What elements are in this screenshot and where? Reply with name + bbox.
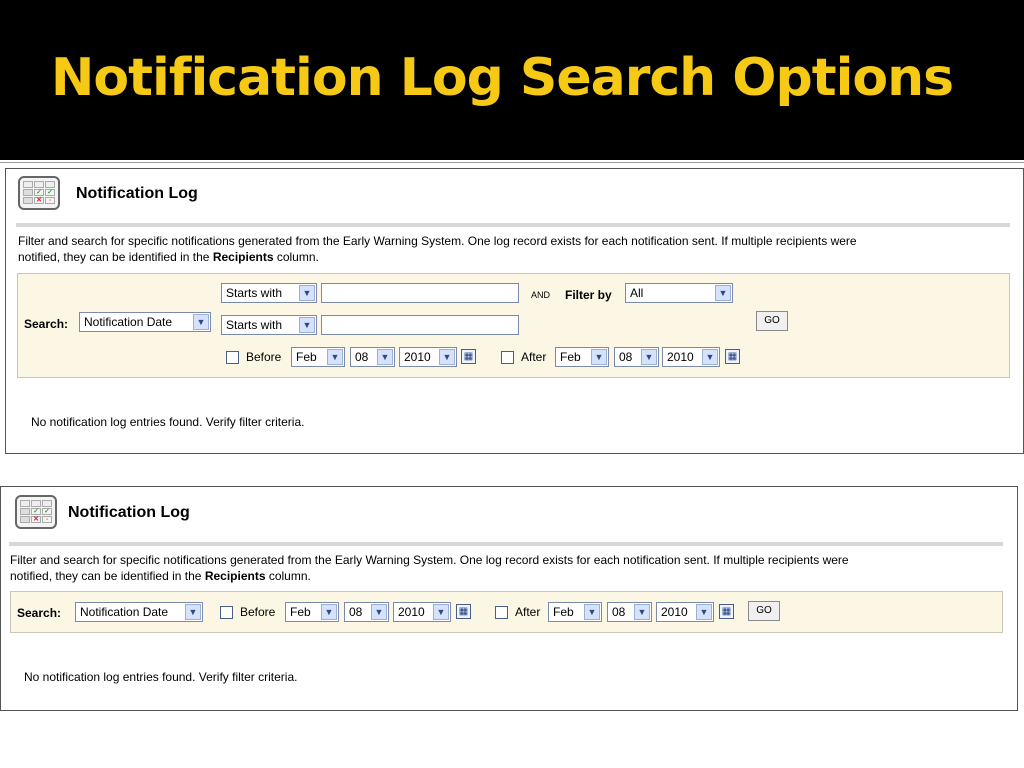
- header-rule: [9, 542, 1003, 546]
- calendar-icon[interactable]: ▦: [725, 349, 740, 364]
- before-month-select[interactable]: Feb ▼: [285, 602, 339, 622]
- notification-log-panel-basic: ✓ ✓ ✕ - Notification Log Filter and search…: [0, 486, 1018, 711]
- chevron-down-icon: ▼: [377, 349, 393, 365]
- after-day-value: 08: [619, 350, 633, 364]
- after-year-select[interactable]: 2010 ▼: [662, 347, 720, 367]
- match-type-select-1[interactable]: Starts with ▼: [221, 283, 317, 303]
- chevron-down-icon: ▼: [193, 314, 209, 330]
- after-label: After: [521, 350, 547, 364]
- description-line-1: Filter and search for specific notificat…: [18, 234, 857, 248]
- empty-results-message: No notification log entries found. Verif…: [24, 670, 298, 684]
- chevron-down-icon: ▼: [641, 349, 657, 365]
- filter-by-value: All: [630, 286, 644, 300]
- after-month-value: Feb: [560, 350, 581, 364]
- go-button[interactable]: GO: [748, 601, 780, 621]
- search-field-select[interactable]: Notification Date ▼: [75, 602, 203, 622]
- before-year-value: 2010: [404, 350, 431, 364]
- search-label: Search:: [24, 317, 69, 331]
- before-label: Before: [240, 605, 276, 619]
- after-checkbox[interactable]: [495, 606, 508, 619]
- filter-box: Starts with ▼ AND Filter by All ▼ Search: …: [17, 273, 1010, 378]
- before-month-value: Feb: [296, 350, 317, 364]
- before-label: Before: [246, 350, 282, 364]
- chevron-down-icon: ▼: [321, 604, 337, 620]
- chevron-down-icon: ▼: [715, 285, 731, 301]
- panel-title: Notification Log: [76, 185, 198, 202]
- before-year-select[interactable]: 2010 ▼: [393, 602, 451, 622]
- chevron-down-icon: ▼: [299, 285, 315, 301]
- chevron-down-icon: ▼: [371, 604, 387, 620]
- after-month-value: Feb: [553, 605, 574, 619]
- chevron-down-icon: ▼: [299, 317, 315, 333]
- before-day-select[interactable]: 08 ▼: [350, 347, 395, 367]
- notification-log-panel-advanced: ✓ ✓ ✕ - Notification Log Filter and search…: [5, 168, 1024, 454]
- after-year-value: 2010: [661, 605, 688, 619]
- search-field-value: Notification Date: [84, 315, 173, 329]
- after-checkbox[interactable]: [501, 351, 514, 364]
- before-day-value: 08: [349, 605, 363, 619]
- search-text-input-2[interactable]: [321, 315, 519, 335]
- description-line-2c: column.: [265, 569, 311, 583]
- filter-by-label: Filter by: [565, 288, 612, 302]
- filter-by-select[interactable]: All ▼: [625, 283, 733, 303]
- search-field-select[interactable]: Notification Date ▼: [79, 312, 211, 332]
- calendar-icon[interactable]: ▦: [461, 349, 476, 364]
- search-text-input-1[interactable]: [321, 283, 519, 303]
- chevron-down-icon: ▼: [439, 349, 455, 365]
- description-line-2a: notified, they can be identified in the: [18, 250, 213, 264]
- description-line-2a: notified, they can be identified in the: [10, 569, 205, 583]
- go-button[interactable]: GO: [756, 311, 788, 331]
- chevron-down-icon: ▼: [634, 604, 650, 620]
- panel-description: Filter and search for specific notificat…: [18, 233, 1013, 265]
- and-label: AND: [531, 290, 551, 300]
- after-label: After: [515, 605, 541, 619]
- empty-results-message: No notification log entries found. Verif…: [31, 415, 305, 429]
- chevron-down-icon: ▼: [433, 604, 449, 620]
- before-checkbox[interactable]: [220, 606, 233, 619]
- chevron-down-icon: ▼: [696, 604, 712, 620]
- match-type-value-1: Starts with: [226, 286, 283, 300]
- after-month-select[interactable]: Feb ▼: [548, 602, 602, 622]
- before-day-select[interactable]: 08 ▼: [344, 602, 389, 622]
- calendar-icon[interactable]: ▦: [719, 604, 734, 619]
- chevron-down-icon: ▼: [702, 349, 718, 365]
- panel-title: Notification Log: [68, 504, 190, 521]
- description-line-1: Filter and search for specific notificat…: [10, 553, 849, 567]
- match-type-value-2: Starts with: [226, 318, 283, 332]
- chevron-down-icon: ▼: [185, 604, 201, 620]
- description-line-2c: column.: [273, 250, 319, 264]
- after-day-select[interactable]: 08 ▼: [607, 602, 652, 622]
- log-grid-icon: ✓ ✓ ✕ -: [18, 176, 60, 210]
- chevron-down-icon: ▼: [591, 349, 607, 365]
- match-type-select-2[interactable]: Starts with ▼: [221, 315, 317, 335]
- slide-title-bar: Notification Log Search Options: [0, 0, 1024, 160]
- after-day-select[interactable]: 08 ▼: [614, 347, 659, 367]
- search-label: Search:: [17, 606, 62, 620]
- calendar-icon[interactable]: ▦: [456, 604, 471, 619]
- before-month-value: Feb: [290, 605, 311, 619]
- after-year-select[interactable]: 2010 ▼: [656, 602, 714, 622]
- before-day-value: 08: [355, 350, 369, 364]
- filter-box: Search: Notification Date ▼ Before Feb ▼ 0…: [10, 591, 1003, 633]
- recipients-emphasis: Recipients: [204, 569, 266, 583]
- after-day-value: 08: [612, 605, 626, 619]
- chevron-down-icon: ▼: [584, 604, 600, 620]
- before-year-select[interactable]: 2010 ▼: [399, 347, 457, 367]
- before-checkbox[interactable]: [226, 351, 239, 364]
- after-month-select[interactable]: Feb ▼: [555, 347, 609, 367]
- after-year-value: 2010: [667, 350, 694, 364]
- chevron-down-icon: ▼: [327, 349, 343, 365]
- title-separator: [0, 162, 1024, 167]
- recipients-emphasis: Recipients: [212, 250, 274, 264]
- slide-title: Notification Log Search Options: [50, 48, 954, 108]
- header-rule: [16, 223, 1010, 227]
- before-year-value: 2010: [398, 605, 425, 619]
- panel-description: Filter and search for specific notificat…: [10, 552, 1010, 584]
- before-month-select[interactable]: Feb ▼: [291, 347, 345, 367]
- log-grid-icon: ✓ ✓ ✕ -: [15, 495, 57, 529]
- search-field-value: Notification Date: [80, 605, 169, 619]
